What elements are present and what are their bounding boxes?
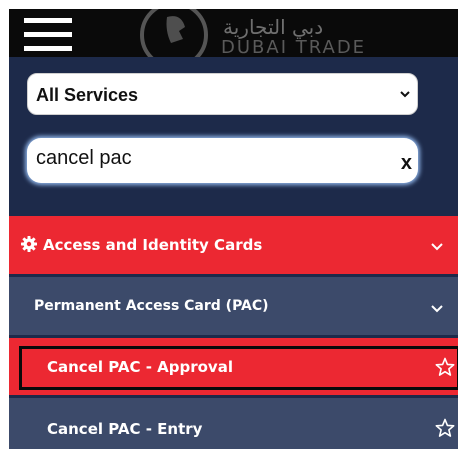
gear-icon [21, 236, 37, 252]
chevron-down-icon [431, 243, 443, 251]
chevron-down-icon [400, 91, 410, 98]
logo-english-text: DUBAI TRADE [221, 37, 367, 57]
service-filter-value: All Services [36, 85, 139, 105]
favorite-star-icon[interactable] [435, 418, 455, 438]
result-label: Cancel PAC - Approval [47, 358, 233, 376]
top-bar: دبي التجارية DUBAI TRADE [9, 9, 458, 57]
result-cancel-pac-entry[interactable]: Cancel PAC - Entry [9, 398, 458, 449]
subcategory-permanent-access-card[interactable]: Permanent Access Card (PAC) [9, 277, 458, 335]
dubai-trade-emblem-icon [140, 9, 208, 57]
logo-arabic-text: دبي التجارية [223, 15, 324, 39]
search-area: All Services cancel pac x [9, 57, 458, 215]
favorite-star-icon[interactable] [435, 357, 455, 377]
app-panel: دبي التجارية DUBAI TRADE All Services ca… [9, 9, 458, 449]
hamburger-menu-icon[interactable] [24, 18, 72, 54]
result-label: Cancel PAC - Entry [47, 420, 203, 438]
clear-search-button[interactable]: x [401, 153, 412, 173]
category-label: Access and Identity Cards [43, 236, 263, 254]
service-filter-select[interactable]: All Services [27, 73, 418, 115]
category-access-and-identity-cards[interactable]: Access and Identity Cards [9, 216, 458, 274]
search-input[interactable]: cancel pac x [27, 138, 418, 183]
search-query-text: cancel pac [36, 147, 132, 169]
subcategory-label: Permanent Access Card (PAC) [34, 298, 269, 314]
result-cancel-pac-approval[interactable]: Cancel PAC - Approval [9, 338, 458, 395]
chevron-down-icon [431, 305, 443, 313]
